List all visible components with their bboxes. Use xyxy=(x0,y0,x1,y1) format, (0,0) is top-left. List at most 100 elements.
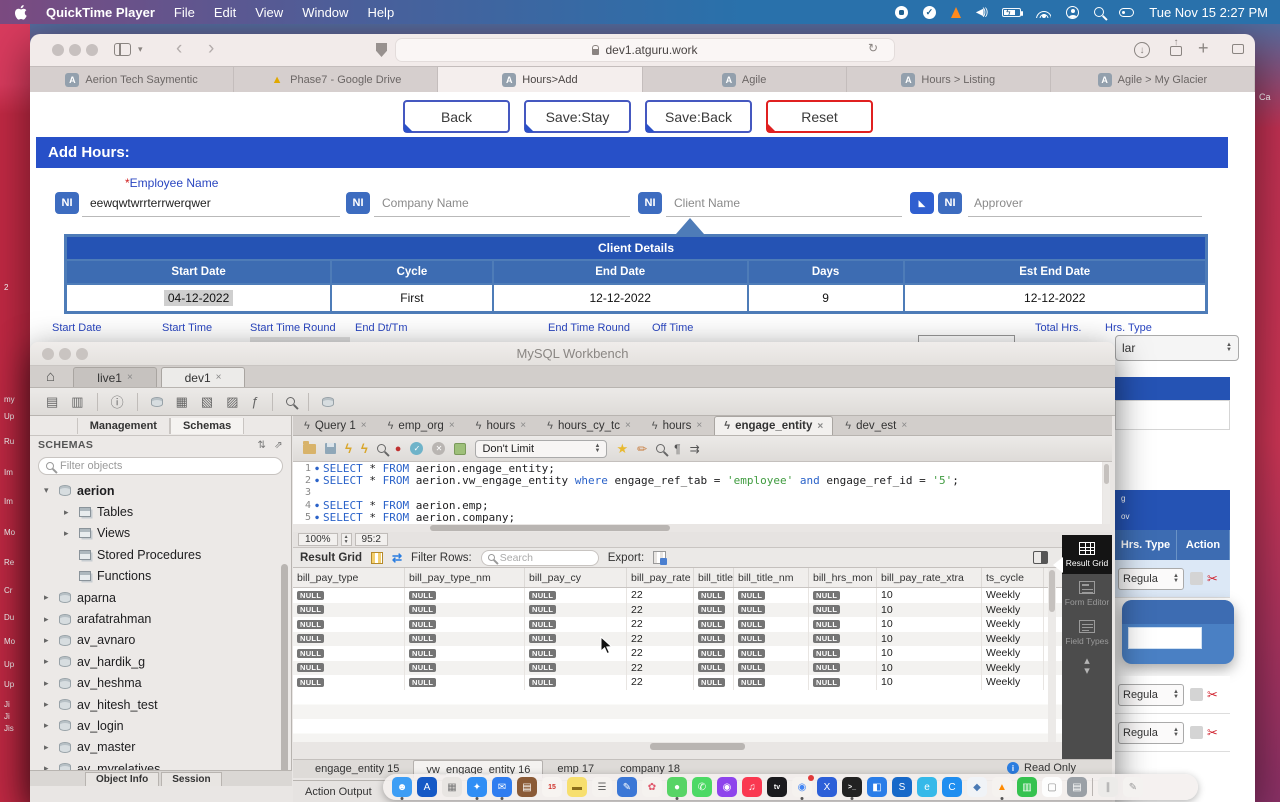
dock-icon[interactable]: ✎ xyxy=(1123,777,1143,797)
column-header[interactable]: bill_title_nm xyxy=(734,568,809,587)
create-procedure-icon[interactable]: ▨ xyxy=(226,394,238,410)
close-icon[interactable]: × xyxy=(127,372,133,383)
dock-icon[interactable]: tv xyxy=(767,777,787,797)
reload-icon[interactable]: ↻ xyxy=(868,41,878,55)
create-function-icon[interactable]: ƒ xyxy=(252,394,259,409)
dock-icon[interactable]: X xyxy=(817,777,837,797)
explain-icon[interactable] xyxy=(377,444,386,453)
column-header[interactable]: bill_pay_type_nm xyxy=(405,568,525,587)
dock-icon[interactable]: ✉ xyxy=(492,777,512,797)
battery-icon[interactable]: ϟ xyxy=(1002,8,1021,17)
dock-icon[interactable]: >_ xyxy=(842,777,862,797)
stop-icon[interactable]: ● xyxy=(395,443,402,455)
status-check-icon[interactable]: ✓ xyxy=(923,6,936,19)
schema-tree-item[interactable]: ▸ av_master xyxy=(30,737,281,758)
query-tab[interactable]: ϟ hours × xyxy=(643,416,711,435)
schema-tree-item[interactable]: ▸ Tables xyxy=(30,501,281,522)
page-action-button[interactable]: Save:Back xyxy=(645,100,752,133)
create-schema-icon[interactable] xyxy=(151,397,163,407)
limit-select[interactable]: Don't Limit ▲▼ xyxy=(475,440,607,458)
new-tab-button[interactable]: + xyxy=(1198,38,1209,59)
wrap-icon[interactable]: ⇉ xyxy=(690,442,700,456)
zoom-window-button[interactable] xyxy=(76,348,88,360)
home-icon[interactable]: ⌂ xyxy=(46,367,55,387)
browser-tab[interactable]: ▲ Phase7 - Google Drive xyxy=(234,67,438,92)
stop-recording-icon[interactable] xyxy=(895,6,908,19)
dock-icon[interactable]: A xyxy=(417,777,437,797)
dock-icon[interactable]: ◉ xyxy=(717,777,737,797)
inspector-icon[interactable]: ⓘ xyxy=(111,392,124,411)
apple-menu-icon[interactable] xyxy=(14,5,27,20)
dock-icon[interactable]: ◧ xyxy=(867,777,887,797)
table-row[interactable]: NULLNULLNULL22NULLNULLNULL10Weekly xyxy=(293,675,1062,690)
query-tab[interactable]: ϟ hours_cy_tc × xyxy=(538,416,640,435)
query-tab[interactable]: ϟ emp_org × xyxy=(379,416,464,435)
dock-icon[interactable]: ∥ xyxy=(1098,777,1118,797)
schema-tree-item[interactable]: ▸ av_hardik_g xyxy=(30,651,281,672)
dock-icon[interactable]: ▦ xyxy=(442,777,462,797)
menu-item[interactable]: Window xyxy=(302,5,348,20)
workbench-titlebar[interactable]: MySQL Workbench xyxy=(30,342,1115,366)
close-window-button[interactable] xyxy=(42,348,54,360)
dock-icon[interactable]: ▢ xyxy=(1042,777,1062,797)
sidebar-toggle-icon[interactable] xyxy=(114,43,131,56)
column-header[interactable]: bill_title xyxy=(694,568,734,587)
zoom-level[interactable]: 100% xyxy=(298,533,338,546)
hrs-type-select[interactable]: lar ▲▼ xyxy=(1115,335,1239,361)
chevron-icon[interactable]: ▸ xyxy=(44,720,53,731)
schema-tree-item[interactable]: ▸ av_avnaro xyxy=(30,630,281,651)
table-row[interactable]: NULLNULLNULL22NULLNULLNULL10Weekly xyxy=(293,617,1062,632)
close-icon[interactable]: × xyxy=(625,420,631,431)
new-sql-tab-icon[interactable]: ▤ xyxy=(46,394,58,410)
row-checkbox[interactable] xyxy=(1190,572,1203,585)
dock-icon[interactable]: ▤ xyxy=(1067,777,1087,797)
close-window-button[interactable] xyxy=(52,44,64,56)
grid-vertical-scrollbar[interactable] xyxy=(1048,568,1056,742)
chevron-icon[interactable]: ▸ xyxy=(44,635,53,646)
filter-objects-input[interactable]: Filter objects xyxy=(38,457,283,475)
page-action-button[interactable]: Save:Stay xyxy=(524,100,631,133)
side-panel-item[interactable]: Form Editor xyxy=(1062,574,1112,613)
dock-icon[interactable]: ▲ xyxy=(992,777,1012,797)
query-tab[interactable]: ϟ hours × xyxy=(467,416,535,435)
close-icon[interactable]: × xyxy=(361,420,367,431)
column-header[interactable]: ts_cycle xyxy=(982,568,1044,587)
dropdown-popup[interactable] xyxy=(1122,600,1234,664)
forward-nav-button[interactable]: › xyxy=(208,38,214,60)
page-action-button[interactable]: Reset xyxy=(766,100,873,133)
filter-rows-input[interactable]: Search xyxy=(481,550,599,566)
dock-icon[interactable]: ♫ xyxy=(742,777,762,797)
query-tab[interactable]: ϟ dev_est × xyxy=(836,416,916,435)
schema-tree-item[interactable]: ▸ arafatrahman xyxy=(30,608,281,629)
dock-icon[interactable]: ◉ xyxy=(792,777,812,797)
side-panel-item[interactable]: Result Grid xyxy=(1062,535,1112,574)
menubar-clock[interactable]: Tue Nov 15 2:27 PM xyxy=(1149,5,1268,20)
column-header[interactable]: bill_pay_cy xyxy=(525,568,627,587)
schema-tree-item[interactable]: ▸ av_heshma xyxy=(30,673,281,694)
side-panel-item[interactable]: Field Types xyxy=(1062,613,1112,652)
table-row[interactable]: NULLNULLNULL22NULLNULLNULL10Weekly xyxy=(293,588,1062,603)
zoom-window-button[interactable] xyxy=(86,44,98,56)
dock-icon[interactable]: ✿ xyxy=(642,777,662,797)
comment-icon[interactable]: ✏ xyxy=(637,442,647,456)
wifi-icon[interactable] xyxy=(1036,7,1051,18)
open-file-icon[interactable] xyxy=(303,444,316,454)
hrs-type-row-select[interactable]: Regula▲▼ xyxy=(1118,568,1184,590)
dock-icon[interactable]: ✎ xyxy=(617,777,637,797)
expand-icon[interactable]: ⇗ xyxy=(274,440,283,451)
scissors-icon[interactable]: ✂ xyxy=(1207,571,1218,587)
hrs-type-row-select[interactable]: Regula▲▼ xyxy=(1118,684,1184,706)
chevron-icon[interactable]: ▸ xyxy=(44,699,53,710)
menu-item[interactable]: Help xyxy=(367,5,394,20)
employee-name-input[interactable]: eewqwtwrrterrwerqwer xyxy=(90,196,211,210)
browser-tab[interactable]: A Hours>Add xyxy=(438,67,642,92)
grid-horizontal-scrollbar[interactable] xyxy=(293,743,1062,752)
rollback-icon[interactable]: ✕ xyxy=(432,442,445,455)
tab-overview-icon[interactable] xyxy=(1232,44,1244,54)
tab-session[interactable]: Session xyxy=(161,772,221,786)
table-row[interactable]: NULLNULLNULL22NULLNULLNULL10Weekly xyxy=(293,632,1062,647)
commit-icon[interactable]: ✓ xyxy=(410,442,423,455)
chevron-icon[interactable]: ▸ xyxy=(64,528,73,539)
export-icon[interactable] xyxy=(653,551,666,564)
close-icon[interactable]: × xyxy=(817,421,823,432)
